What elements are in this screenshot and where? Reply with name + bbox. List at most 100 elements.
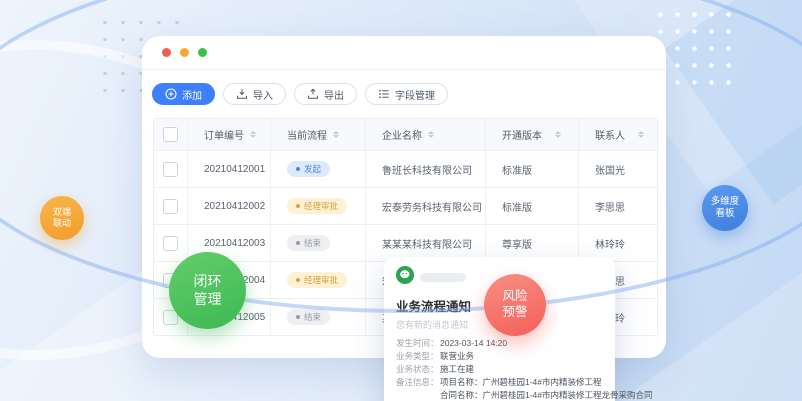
flow-cell: 结束 xyxy=(271,299,366,335)
wechat-icon xyxy=(396,266,414,289)
field-value: 2023-03-14 14:20 xyxy=(440,337,507,350)
company-cell: 某某某科技有限公司 xyxy=(366,225,486,261)
header-order-label: 订单编号 xyxy=(204,127,244,142)
flow-cell: 经理审批 xyxy=(271,262,366,298)
version-cell: 标准版 xyxy=(486,151,579,187)
order-number-cell: 20210412002 xyxy=(188,188,271,224)
status-pill-label: 结束 xyxy=(304,237,321,249)
company-cell: 宏泰劳务科技有限公司 xyxy=(366,188,486,224)
row-checkbox-cell xyxy=(154,225,188,261)
sort-company-icon[interactable] xyxy=(428,131,434,139)
status-dot-icon xyxy=(296,278,300,282)
sort-version-icon[interactable] xyxy=(555,131,561,139)
company-cell: 鲁班长科技有限公司 xyxy=(366,151,486,187)
export-upload-icon xyxy=(307,88,319,100)
field-management-button[interactable]: 字段管理 xyxy=(365,83,448,105)
field-management-button-label: 字段管理 xyxy=(395,87,435,102)
table-row: 20210412002 经理审批 宏泰劳务科技有限公司 标准版 李思思 xyxy=(154,187,657,224)
header-flow: 当前流程 xyxy=(271,119,366,150)
window-zoom-dot[interactable] xyxy=(198,48,207,57)
field-value: 项目名称：广州碧桂园1-4#市内精装修工程 xyxy=(440,376,602,389)
version-cell: 标准版 xyxy=(486,188,579,224)
status-pill: 发起 xyxy=(287,161,330,177)
export-button-label: 导出 xyxy=(324,87,344,102)
header-version: 开通版本 xyxy=(486,119,579,150)
badge-text: 双端 xyxy=(53,207,71,218)
notification-field-row: 合同名称：广州碧桂园1-4#市内精装修工程龙骨采购合同 xyxy=(396,389,603,401)
notification-fields: 发生时间：2023-03-14 14:20 业务类型：联营业务 业务状态：施工在… xyxy=(396,337,603,401)
field-value: 合同名称：广州碧桂园1-4#市内精装修工程龙骨采购合同 xyxy=(440,389,653,401)
flow-cell: 结束 xyxy=(271,225,366,261)
contact-cell: 张国光 xyxy=(579,151,657,187)
status-dot-icon xyxy=(296,167,300,171)
badge-text: 联动 xyxy=(53,218,71,229)
badge-risk-warning: 风险 预警 xyxy=(484,274,546,336)
row-checkbox[interactable] xyxy=(163,236,178,251)
header-checkbox-cell xyxy=(154,119,188,150)
status-dot-icon xyxy=(296,315,300,319)
field-label: 业务状态： xyxy=(396,363,440,376)
flow-cell: 经理审批 xyxy=(271,188,366,224)
status-pill: 结束 xyxy=(287,309,330,325)
export-button[interactable]: 导出 xyxy=(294,83,357,105)
select-all-checkbox[interactable] xyxy=(163,127,178,142)
contact-cell: 李思思 xyxy=(579,188,657,224)
window-minimize-dot[interactable] xyxy=(180,48,189,57)
header-contact-label: 联系人 xyxy=(595,127,625,142)
row-checkbox[interactable] xyxy=(163,162,178,177)
status-pill: 经理审批 xyxy=(287,272,347,288)
row-checkbox[interactable] xyxy=(163,199,178,214)
field-label: 发生时间： xyxy=(396,337,440,350)
row-checkbox-cell xyxy=(154,188,188,224)
badge-dual-linkage: 双端 联动 xyxy=(40,196,84,240)
badge-closed-loop: 闭环 管理 xyxy=(169,252,246,329)
header-flow-label: 当前流程 xyxy=(287,127,327,142)
badge-text: 多维度 xyxy=(711,196,740,208)
header-order: 订单编号 xyxy=(188,119,271,150)
status-dot-icon xyxy=(296,241,300,245)
badge-text: 看板 xyxy=(715,208,734,220)
add-button-label: 添加 xyxy=(182,87,202,102)
table-row: 20210412003 结束 某某某科技有限公司 尊享版 林玲玲 xyxy=(154,224,657,261)
notification-field-row: 备注信息：项目名称：广州碧桂园1-4#市内精装修工程 xyxy=(396,376,603,389)
sort-contact-icon[interactable] xyxy=(638,131,644,139)
table-header-row: 订单编号 当前流程 企业名称 开通版本 联系人 xyxy=(154,119,657,150)
field-label: 备注信息： xyxy=(396,376,440,389)
status-pill-label: 经理审批 xyxy=(304,274,338,286)
status-pill: 结束 xyxy=(287,235,330,251)
add-button[interactable]: 添加 xyxy=(152,83,215,105)
header-version-label: 开通版本 xyxy=(502,127,542,142)
list-settings-icon xyxy=(378,88,390,100)
order-number-cell: 20210412001 xyxy=(188,151,271,187)
status-pill-label: 结束 xyxy=(304,311,321,323)
badge-text: 管理 xyxy=(194,291,222,309)
version-cell: 尊享版 xyxy=(486,225,579,261)
row-checkbox-cell xyxy=(154,151,188,187)
table-row: 20210412001 发起 鲁班长科技有限公司 标准版 张国光 xyxy=(154,150,657,187)
field-label xyxy=(396,389,440,401)
field-value: 施工在建 xyxy=(440,363,474,376)
badge-text: 预警 xyxy=(502,305,527,321)
badge-multidim-board: 多维度 看板 xyxy=(702,185,748,231)
header-company: 企业名称 xyxy=(366,119,486,150)
notification-sender-placeholder xyxy=(420,273,466,282)
decor-streak-top-right-blue xyxy=(664,0,802,205)
header-contact: 联系人 xyxy=(579,119,657,150)
badge-text: 闭环 xyxy=(194,273,222,291)
window-titlebar xyxy=(142,36,666,70)
sort-order-icon[interactable] xyxy=(250,131,256,139)
status-dot-icon xyxy=(296,204,300,208)
plus-circle-icon xyxy=(165,88,177,100)
field-label: 业务类型： xyxy=(396,350,440,363)
status-pill-label: 发起 xyxy=(304,163,321,175)
toolbar: 添加 导入 导出 字段管理 xyxy=(142,70,666,118)
window-close-dot[interactable] xyxy=(162,48,171,57)
sort-flow-icon[interactable] xyxy=(333,131,339,139)
page-background: 添加 导入 导出 字段管理 xyxy=(0,0,802,401)
flow-cell: 发起 xyxy=(271,151,366,187)
header-company-label: 企业名称 xyxy=(382,127,422,142)
badge-text: 风险 xyxy=(502,289,527,305)
status-pill: 经理审批 xyxy=(287,198,347,214)
notification-field-row: 业务类型：联营业务 xyxy=(396,350,603,363)
import-button[interactable]: 导入 xyxy=(223,83,286,105)
